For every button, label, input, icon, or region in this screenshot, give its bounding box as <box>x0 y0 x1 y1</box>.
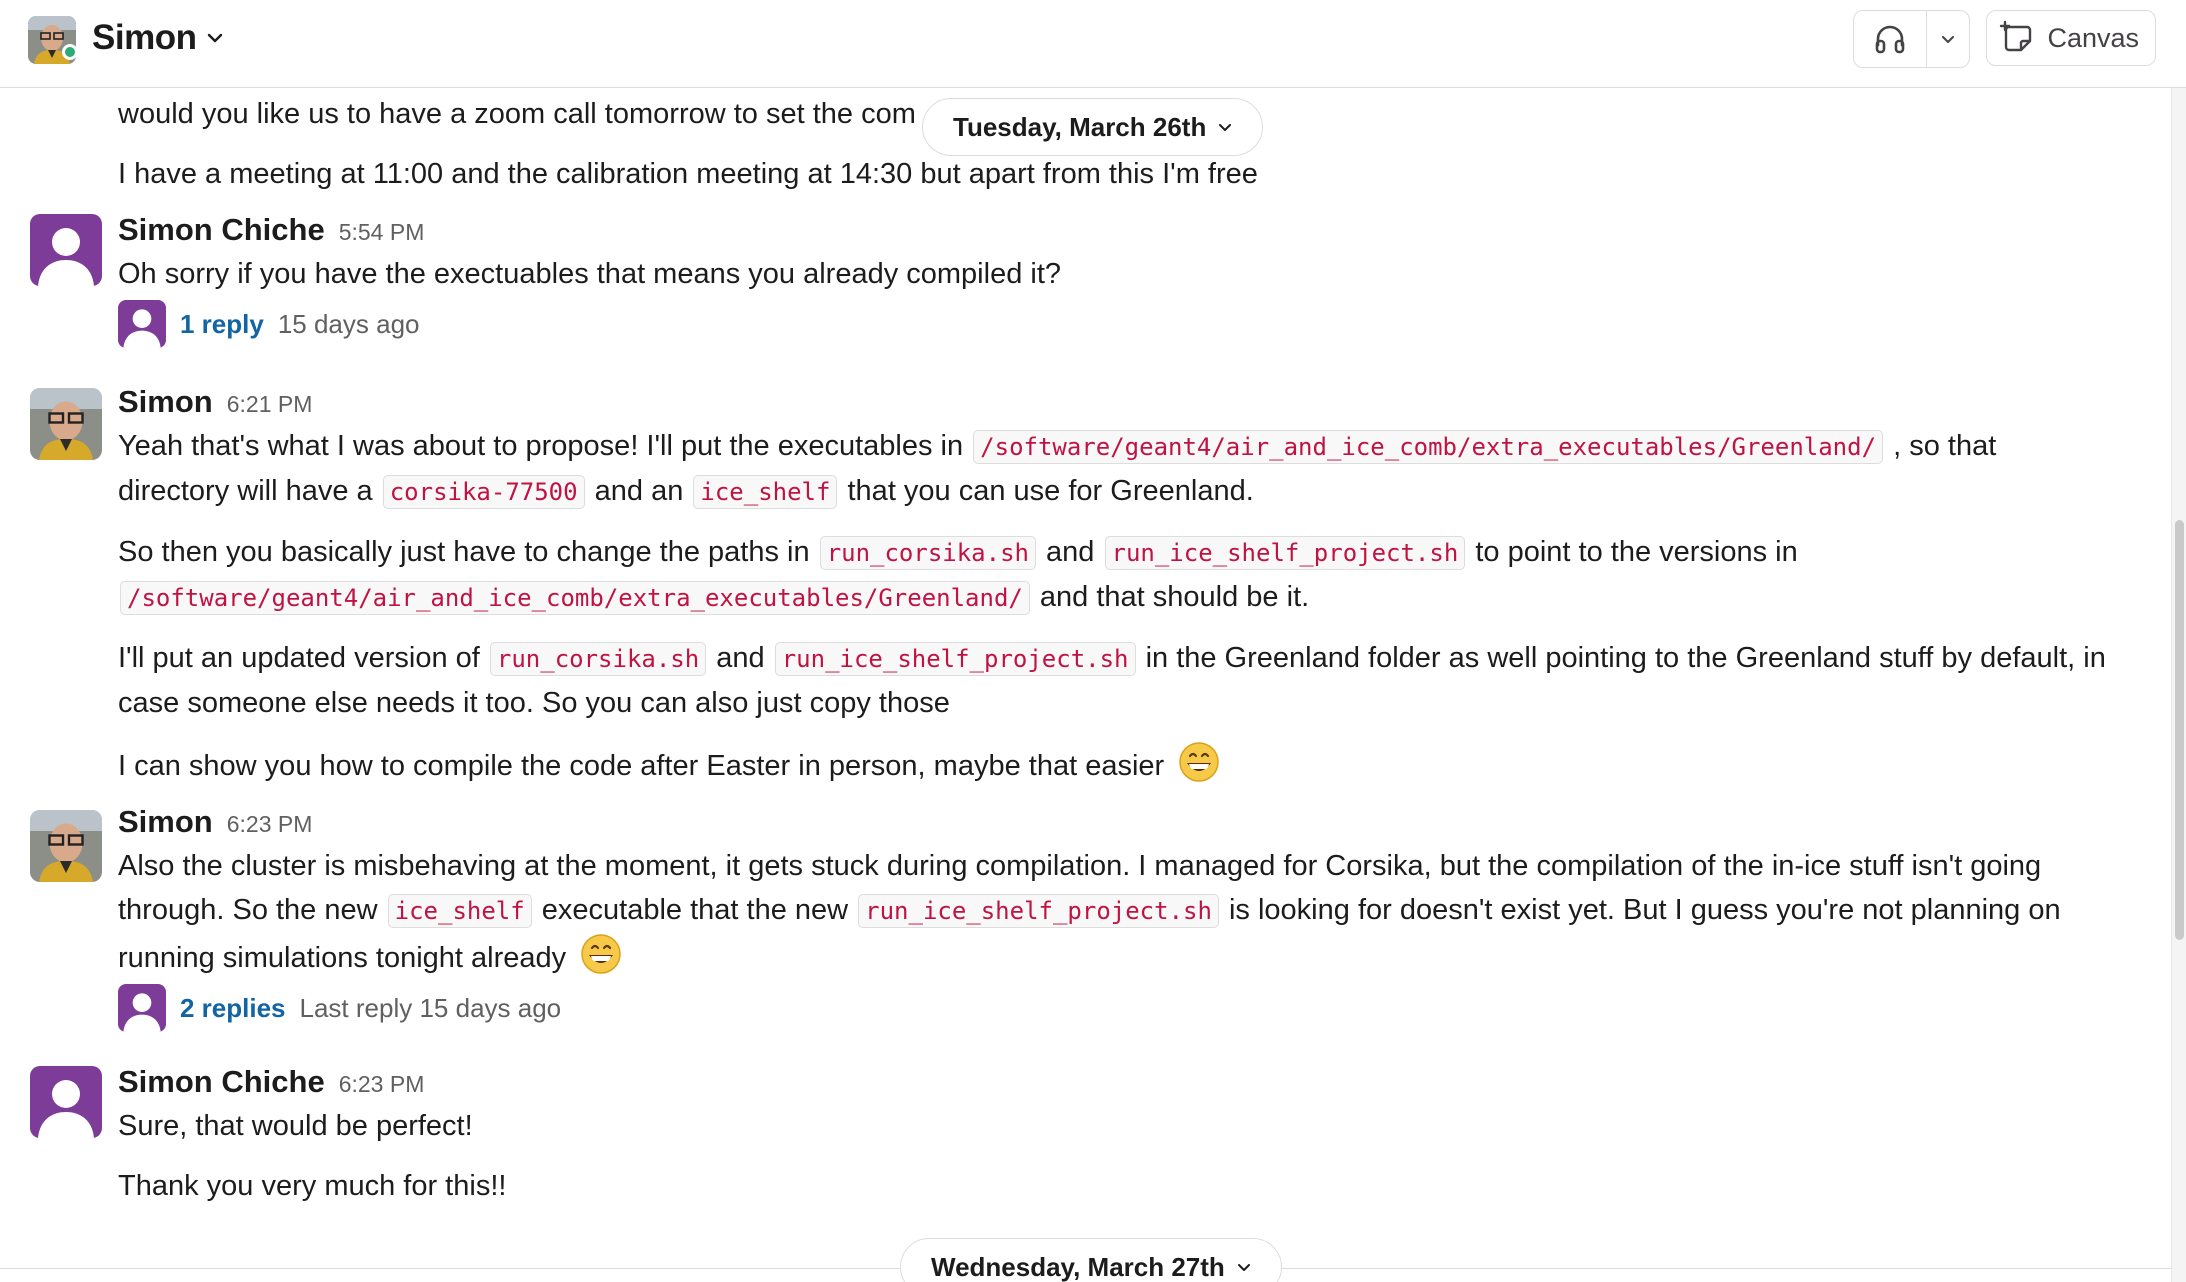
huddle-controls <box>1853 10 1971 68</box>
avatar[interactable] <box>30 388 102 460</box>
text-run: and that should be it. <box>1039 581 1310 613</box>
default-user-icon <box>38 1080 94 1138</box>
thread-replies-link[interactable]: 2 replies <box>180 993 286 1024</box>
message-timestamp[interactable]: 6:23 PM <box>339 1071 425 1098</box>
channel-title: Simon <box>92 18 197 57</box>
message-paragraph: So then you basically just have to chang… <box>118 530 2112 620</box>
thread-summary[interactable]: 2 replies Last reply 15 days ago <box>118 982 2112 1034</box>
avatar[interactable] <box>30 1066 102 1138</box>
message-paragraph: Also the cluster is misbehaving at the m… <box>118 844 2112 980</box>
grinning-emoji-icon <box>1179 742 1219 782</box>
text-run: and <box>716 642 765 674</box>
presence-indicator <box>62 44 78 60</box>
avatar[interactable] <box>30 214 102 286</box>
thread-avatar <box>118 300 166 348</box>
inline-code: run_corsika.sh <box>819 536 1036 570</box>
thread-replies-link[interactable]: 1 reply <box>180 309 264 340</box>
message-author[interactable]: Simon <box>118 804 213 840</box>
huddle-options-button[interactable] <box>1926 11 1969 67</box>
message-paragraph: I can show you how to compile the code a… <box>118 741 2112 788</box>
grinning-emoji-icon <box>581 934 621 974</box>
date-divider: Wednesday, March 27th <box>0 1238 2172 1282</box>
text-run: I can show you how to compile the code a… <box>118 750 1165 782</box>
chevron-down-icon <box>1219 124 1232 131</box>
inline-code: run_ice_shelf_project.sh <box>774 642 1136 676</box>
inline-code: run_ice_shelf_project.sh <box>1104 536 1466 570</box>
message-author[interactable]: Simon Chiche <box>118 212 325 248</box>
date-label: Wednesday, March 27th <box>931 1251 1225 1282</box>
chevron-down-icon <box>1237 1264 1250 1271</box>
inline-code: run_ice_shelf_project.sh <box>858 894 1219 928</box>
headphones-icon <box>1876 25 1905 54</box>
channel-title-button[interactable]: Simon <box>92 18 224 58</box>
thread-last-reply: 15 days ago <box>277 308 420 339</box>
text-run: to point to the versions in <box>1475 536 1798 568</box>
default-user-icon <box>123 309 161 348</box>
message-text: I have a meeting at 11:00 and the calibr… <box>118 158 1258 190</box>
message-timestamp[interactable]: 6:23 PM <box>227 811 313 838</box>
default-user-icon <box>123 993 161 1032</box>
message-text: Oh sorry if you have the exectuables tha… <box>118 258 1062 290</box>
scrollbar-thumb[interactable] <box>2175 520 2184 940</box>
thread-last-reply: Last reply 15 days ago <box>299 992 562 1023</box>
text-run: I'll put an updated version of <box>118 642 480 674</box>
message-author[interactable]: Simon <box>118 384 213 420</box>
text-run: and an <box>594 475 684 507</box>
message-timestamp[interactable]: 5:54 PM <box>339 219 425 246</box>
canvas-label: Canvas <box>2047 22 2139 53</box>
message-paragraph: Yeah that's what I was about to propose!… <box>118 424 2112 514</box>
avatar[interactable] <box>30 810 102 882</box>
text-run: and <box>1046 536 1095 568</box>
date-divider-button[interactable]: Wednesday, March 27th <box>900 1238 1282 1282</box>
huddle-button[interactable] <box>1854 11 1926 67</box>
date-label: Tuesday, March 26th <box>953 111 1207 142</box>
message-paragraph: I'll put an updated version of run_corsi… <box>118 636 2112 725</box>
message-text: Sure, that would be perfect! <box>118 1110 473 1142</box>
text-run: that you can use for Greenland. <box>847 475 1254 507</box>
message-timestamp[interactable]: 6:21 PM <box>227 391 313 418</box>
canvas-button[interactable]: Canvas <box>1986 10 2156 66</box>
text-run: So then you basically just have to chang… <box>118 536 810 568</box>
channel-header: Simon Canvas <box>0 0 2186 88</box>
text-run: Yeah that's what I was about to propose!… <box>118 430 964 462</box>
message-list[interactable]: would you like us to have a zoom call to… <box>0 88 2172 1282</box>
thread-summary[interactable]: 1 reply 15 days ago <box>118 298 2112 350</box>
chevron-down-icon <box>1942 36 1955 43</box>
date-divider-button[interactable]: Tuesday, March 26th <box>922 98 1264 156</box>
text-run: executable that the new <box>541 894 849 926</box>
message-text: Thank you very much for this!! <box>118 1170 507 1202</box>
thread-avatar <box>118 984 166 1032</box>
canvas-icon <box>2000 20 2032 52</box>
default-user-icon <box>38 228 94 286</box>
inline-code: run_corsika.sh <box>489 642 707 676</box>
inline-code: /software/geant4/air_and_ice_comb/extra_… <box>973 430 1884 464</box>
inline-code: corsika-77500 <box>382 475 585 509</box>
message-author[interactable]: Simon Chiche <box>118 1064 325 1100</box>
chevron-down-icon <box>208 33 223 43</box>
inline-code: ice_shelf <box>387 894 532 928</box>
inline-code: ice_shelf <box>693 475 838 509</box>
inline-code: /software/geant4/air_and_ice_comb/extra_… <box>120 581 1030 615</box>
